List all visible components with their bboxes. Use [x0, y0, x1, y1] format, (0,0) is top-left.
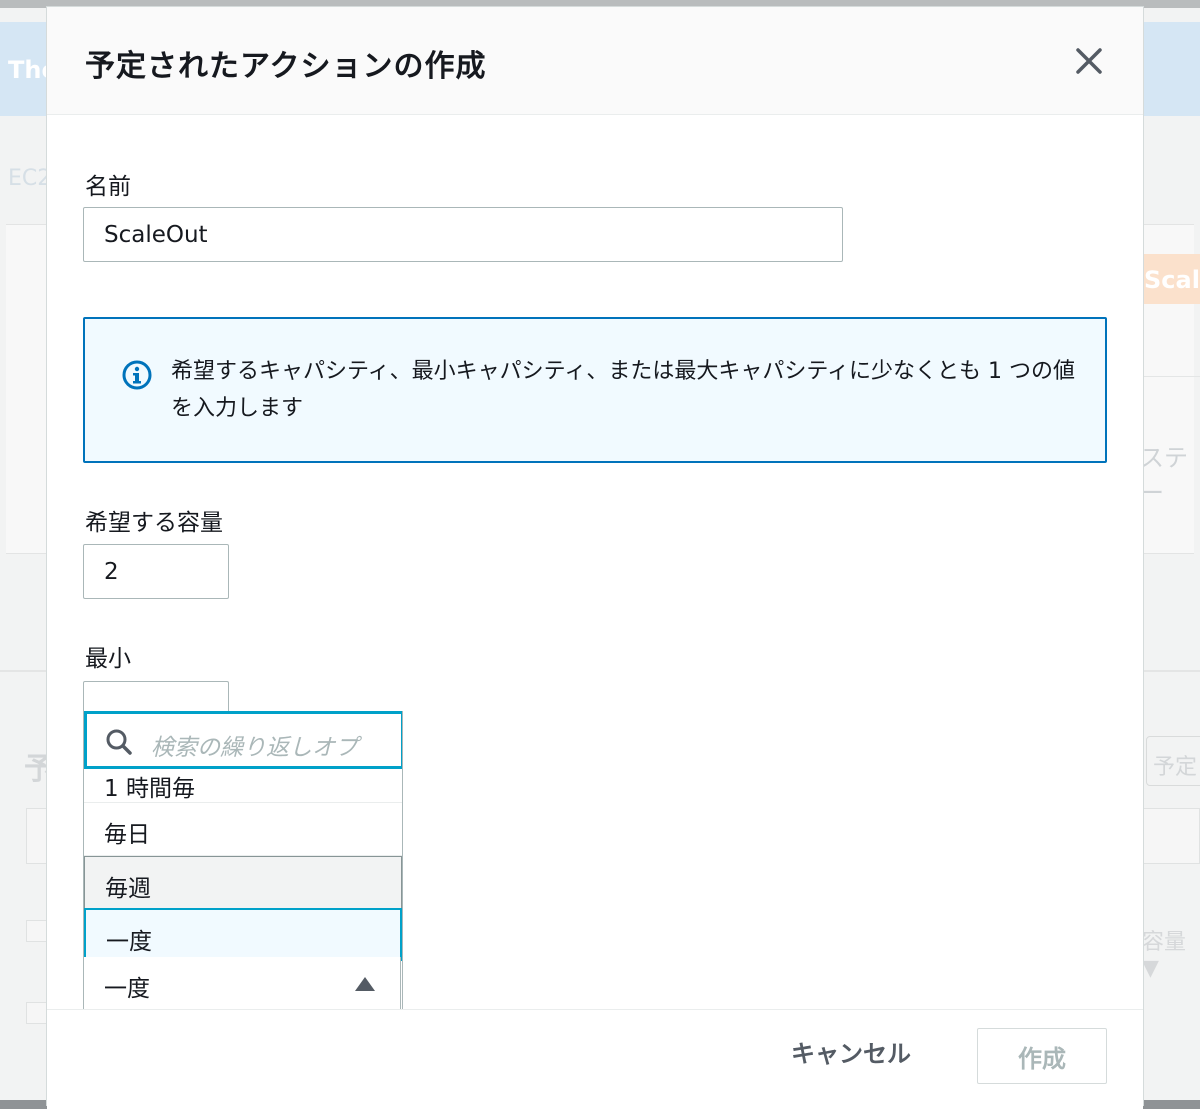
close-button[interactable]: [1071, 43, 1107, 79]
dropdown-option-label: 一度: [106, 929, 152, 955]
background-box: [1140, 808, 1200, 864]
info-text: 希望するキャパシティ、最小キャパシティ、または最大キャパシティに少なくとも 1 …: [171, 359, 1076, 421]
desired-capacity-input[interactable]: 2: [83, 544, 229, 599]
name-input-value: ScaleOut: [104, 221, 208, 248]
background-checkbox: [26, 920, 48, 942]
modal-title: 予定されたアクションの作成: [85, 49, 487, 84]
dropdown-option-label: 毎日: [104, 822, 150, 848]
info-alert: 希望するキャパシティ、最小キャパシティ、または最大キャパシティに少なくとも 1 …: [83, 317, 1107, 463]
dropdown-option-label: 毎週: [105, 876, 151, 902]
search-placeholder: 検索の繰り返しオプ: [151, 735, 358, 761]
dropdown-option-weekly[interactable]: 毎週: [84, 856, 402, 909]
desired-capacity-label: 希望する容量: [85, 510, 223, 536]
background-breadcrumb: EC2: [8, 166, 52, 191]
background-column-header: 容量 ▼: [1142, 930, 1187, 981]
cancel-button[interactable]: キャンセル: [791, 1034, 911, 1069]
close-icon: [1076, 48, 1102, 74]
dropdown-option-once[interactable]: 一度: [84, 908, 402, 961]
caret-up-icon: [355, 977, 375, 991]
create-scheduled-action-modal: 予定されたアクションの作成 名前 ScaleOut 希望するキャパシティ、最小キ…: [46, 6, 1144, 1109]
dropdown-search[interactable]: 検索の繰り返しオプ: [84, 711, 402, 769]
background-badge: Scali: [1140, 254, 1200, 304]
search-icon: [106, 729, 132, 755]
desired-capacity-value: 2: [104, 558, 119, 585]
background-section-button: 予定: [1146, 736, 1200, 786]
background-checkbox: [26, 1002, 48, 1024]
name-label: 名前: [85, 174, 131, 200]
info-icon: [122, 360, 152, 390]
dropdown-option-daily[interactable]: 毎日: [84, 803, 402, 856]
background-divider: [1140, 376, 1200, 377]
modal-header: 予定されたアクションの作成: [47, 7, 1143, 115]
dropdown-option-label: 1 時間毎: [104, 776, 195, 802]
name-input[interactable]: ScaleOut: [83, 207, 843, 262]
recurrence-select-value: 一度: [104, 976, 150, 1002]
background-status: ステー: [1140, 444, 1188, 507]
create-button[interactable]: 作成: [977, 1028, 1107, 1084]
min-capacity-label: 最小: [85, 646, 131, 672]
modal-footer: キャンセル 作成: [47, 1009, 1143, 1109]
recurrence-select[interactable]: 一度: [83, 957, 401, 1015]
